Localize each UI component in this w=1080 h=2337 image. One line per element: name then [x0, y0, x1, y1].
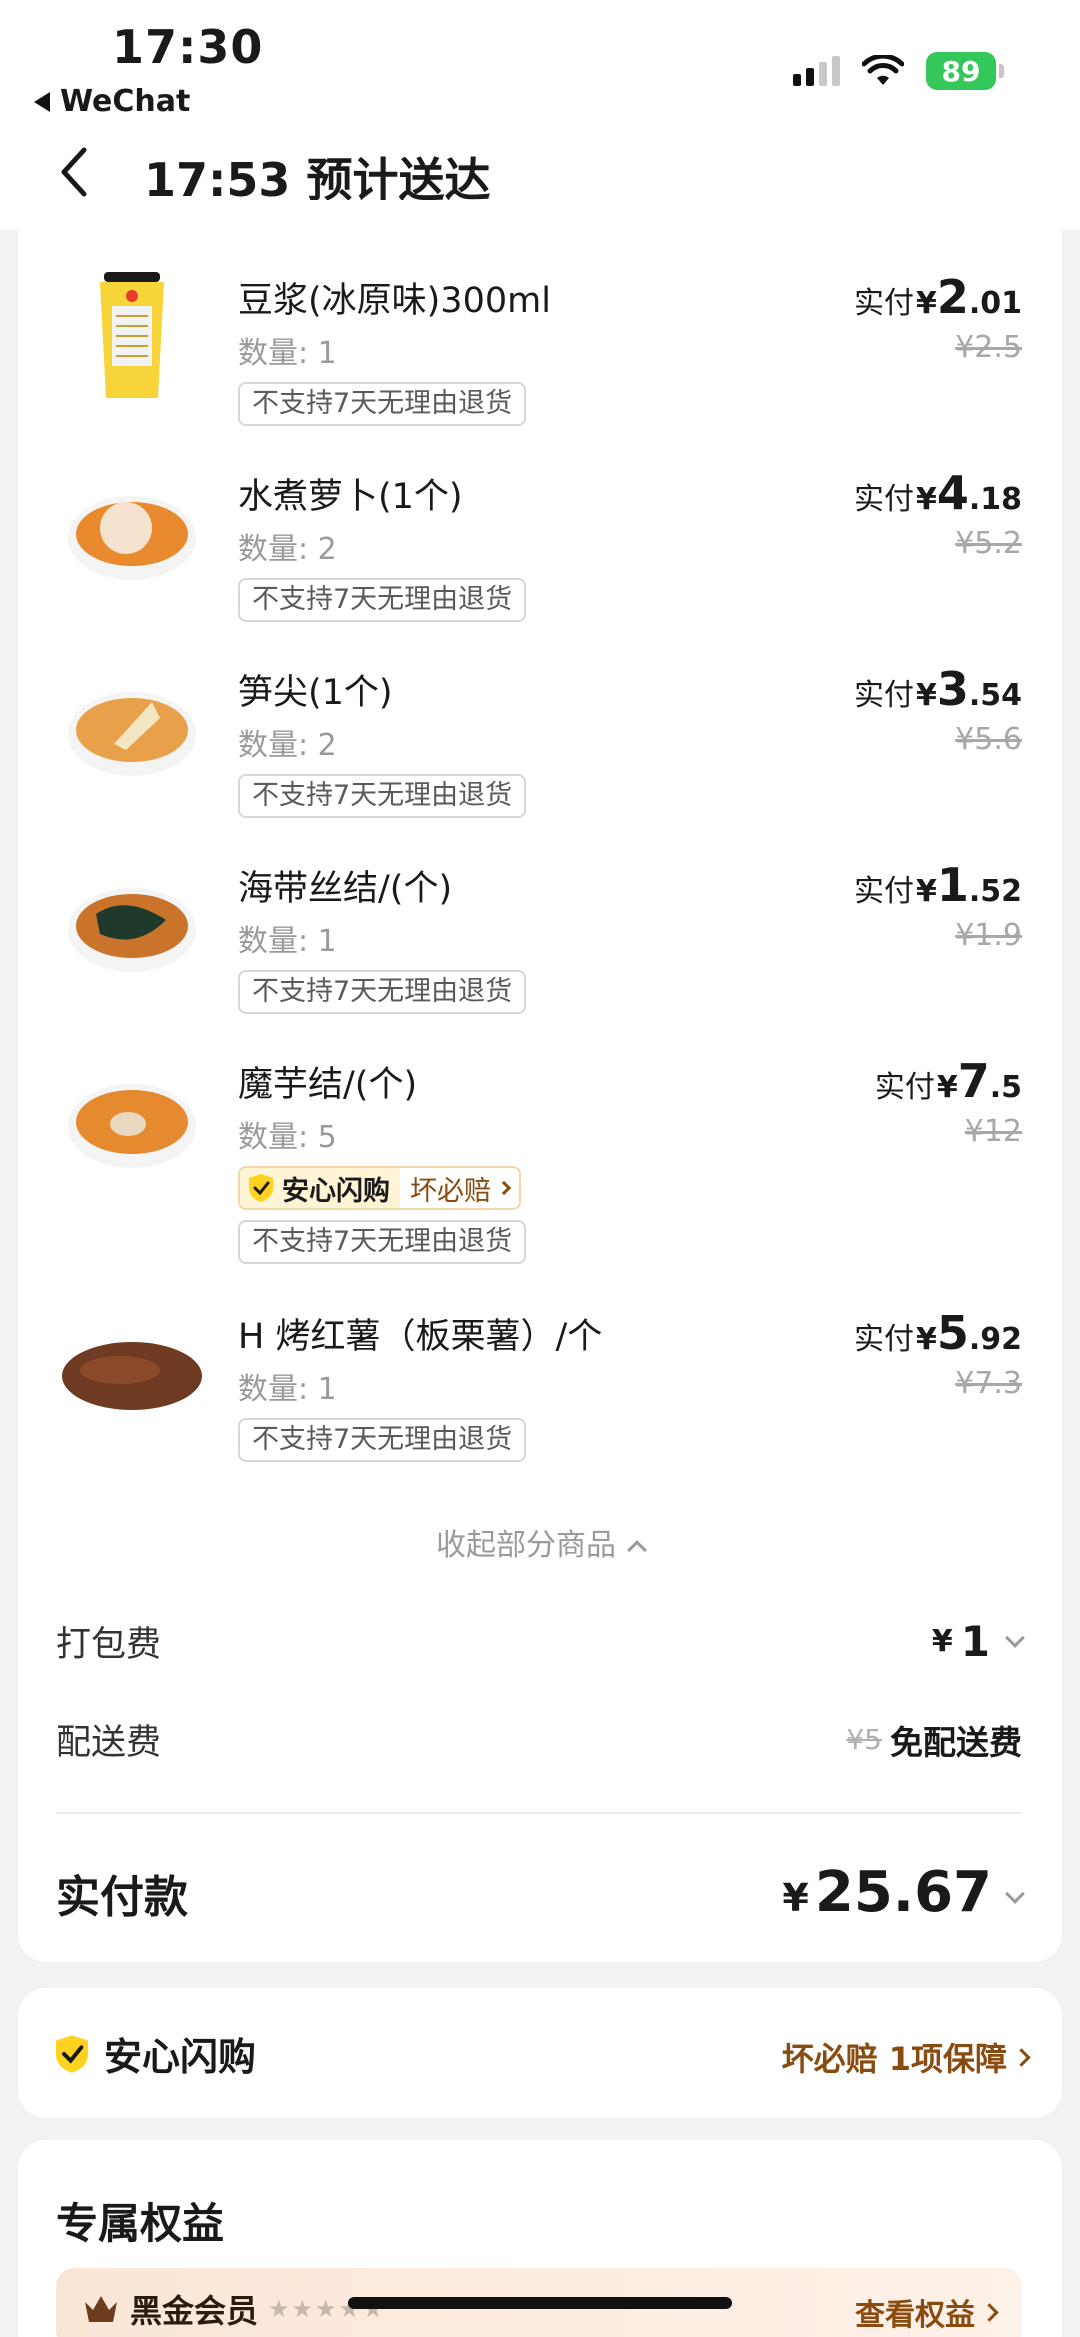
no-return-tag: 不支持7天无理由退货 — [238, 970, 527, 1014]
packing-fee-row[interactable]: 打包费 ¥ 1 — [56, 1616, 1025, 1667]
item-paid-price: 实付 ¥2.01 — [853, 270, 1022, 324]
back-app-label: WeChat — [60, 84, 191, 119]
chevron-right-icon — [496, 1180, 512, 1196]
product-image-konjac — [56, 1050, 208, 1190]
battery-level: 89 — [926, 52, 996, 90]
item-name: H 烤红薯（板栗薯）/个 — [238, 1317, 603, 1357]
back-arrow-icon[interactable] — [48, 142, 108, 202]
status-bar: 17:30 WeChat 89 — [0, 0, 1080, 130]
packing-fee-currency: ¥ — [931, 1624, 953, 1659]
packing-fee-label: 打包费 — [56, 1625, 162, 1665]
item-name: 笋尖(1个) — [238, 673, 393, 713]
item-name: 海带丝结/(个) — [238, 869, 453, 909]
chevron-down-icon — [1005, 1884, 1025, 1904]
product-image-sweet-potato — [56, 1302, 208, 1442]
no-return-tag: 不支持7天无理由退货 — [238, 774, 527, 818]
member-label: 黑金会员 — [130, 2292, 259, 2330]
chevron-right-icon — [980, 2302, 999, 2322]
status-icons: 89 — [793, 52, 1004, 90]
assurance-detail: 坏必赔 1项保障 — [781, 2040, 1007, 2078]
back-to-wechat[interactable]: WeChat — [34, 84, 190, 119]
chevron-up-icon — [627, 1540, 647, 1560]
item-name: 魔芋结/(个) — [238, 1065, 418, 1105]
total-row[interactable]: 实付款 ¥ 25.67 — [56, 1860, 1025, 1925]
total-currency: ¥ — [782, 1876, 809, 1920]
product-image-kelp — [56, 854, 208, 994]
battery-icon: 89 — [926, 52, 1004, 90]
shield-check-icon — [249, 1174, 273, 1202]
view-benefits-link: 查看权益 — [855, 2298, 975, 2333]
delivery-fee-original: ¥5 — [846, 1723, 882, 1756]
item-original-price: ¥5.2 — [955, 526, 1022, 561]
item-qty: 数量: 1 — [238, 924, 337, 959]
chevron-right-icon — [1012, 2047, 1031, 2067]
cellular-signal-icon — [793, 56, 840, 86]
packing-fee-amount: 1 — [960, 1617, 990, 1666]
item-original-price: ¥7.3 — [955, 1366, 1022, 1401]
assurance-tag-right: 坏必赔 — [410, 1175, 491, 1207]
item-original-price: ¥5.6 — [955, 722, 1022, 757]
total-label: 实付款 — [56, 1871, 188, 1923]
product-image-bamboo-shoot — [56, 658, 208, 798]
divider — [56, 1812, 1022, 1814]
item-name: 豆浆(冰原味)300ml — [238, 281, 551, 321]
product-image-soy-milk — [56, 266, 208, 406]
delivery-fee-row: 配送费 ¥5 免配送费 — [56, 1714, 1022, 1765]
shield-check-icon — [56, 2034, 88, 2073]
collapse-items-toggle[interactable]: 收起部分商品 — [18, 1520, 1062, 1564]
item-qty: 数量: 2 — [238, 728, 337, 763]
item-paid-price: 实付 ¥4.18 — [853, 466, 1022, 520]
crown-icon — [85, 2296, 117, 2322]
item-qty: 数量: 5 — [238, 1120, 337, 1155]
home-indicator — [348, 2297, 732, 2309]
collapse-label: 收起部分商品 — [436, 1528, 616, 1563]
total-amount: 25.67 — [814, 1860, 992, 1925]
no-return-tag: 不支持7天无理由退货 — [238, 1418, 527, 1462]
assurance-tag-left: 安心闪购 — [282, 1175, 390, 1207]
item-qty: 数量: 2 — [238, 532, 337, 567]
no-return-tag: 不支持7天无理由退货 — [238, 1220, 527, 1264]
chevron-down-icon — [1005, 1627, 1025, 1648]
status-time: 17:30 — [112, 20, 264, 74]
assurance-tag[interactable]: 安心闪购 坏必赔 — [238, 1166, 521, 1210]
assurance-title: 安心闪购 — [104, 2035, 257, 2079]
no-return-tag: 不支持7天无理由退货 — [238, 578, 527, 622]
item-paid-price: 实付 ¥1.52 — [853, 858, 1022, 912]
item-paid-price: 实付 ¥5.92 — [853, 1306, 1022, 1360]
assurance-card[interactable]: 安心闪购 坏必赔 1项保障 — [18, 1988, 1062, 2118]
no-return-tag: 不支持7天无理由退货 — [238, 382, 527, 426]
item-paid-price: 实付 ¥7.5 — [874, 1054, 1022, 1108]
item-original-price: ¥12 — [964, 1114, 1022, 1149]
item-name: 水煮萝卜(1个) — [238, 477, 463, 517]
wifi-icon — [862, 55, 904, 85]
product-image-radish — [56, 462, 208, 602]
item-original-price: ¥2.5 — [955, 330, 1022, 365]
benefits-title: 专属权益 — [56, 2199, 225, 2248]
order-items-card: 豆浆(冰原味)300ml 数量: 1 不支持7天无理由退货 实付 ¥2.01 ¥2… — [18, 200, 1062, 1962]
back-triangle-icon — [34, 91, 50, 112]
item-paid-price: 实付 ¥3.54 — [853, 662, 1022, 716]
delivery-fee-label: 配送费 — [56, 1723, 162, 1763]
item-qty: 数量: 1 — [238, 336, 337, 371]
delivery-fee-free: 免配送费 — [890, 1722, 1022, 1762]
item-original-price: ¥1.9 — [955, 918, 1022, 953]
item-qty: 数量: 1 — [238, 1372, 337, 1407]
